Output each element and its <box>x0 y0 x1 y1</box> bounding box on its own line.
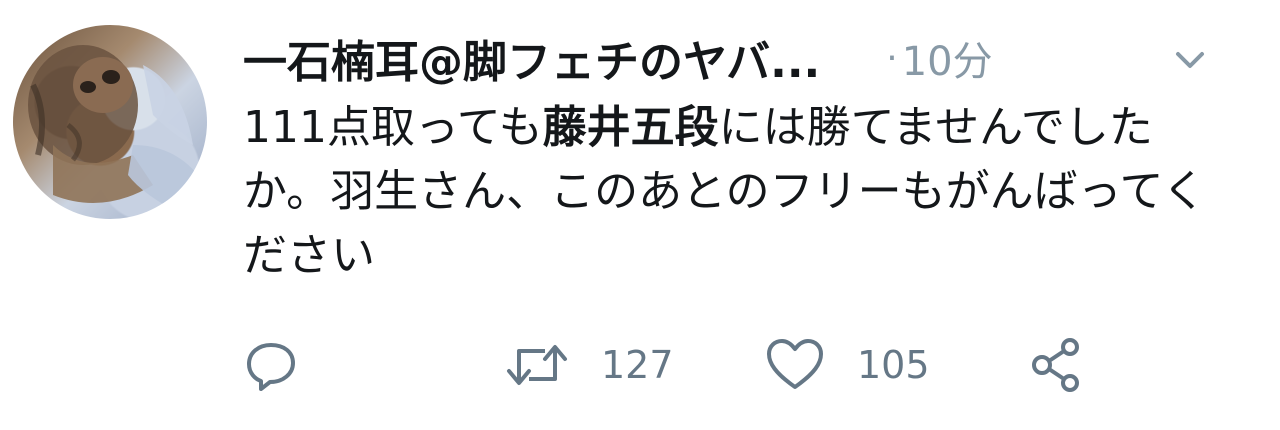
separator-dot: · <box>886 37 898 79</box>
timestamp[interactable]: 10分 <box>902 29 993 87</box>
reply-button[interactable] <box>243 335 299 395</box>
like-count: 105 <box>857 343 930 387</box>
retweet-count: 127 <box>601 343 674 387</box>
author-name[interactable]: 一石楠耳@脚フェチのヤバ... <box>243 26 820 90</box>
like-button[interactable]: 105 <box>765 335 930 395</box>
share-button[interactable] <box>1028 335 1084 395</box>
tweet-text-part1: 111点取っても <box>243 102 543 153</box>
action-bar: 127 105 <box>243 335 1243 395</box>
heart-icon <box>767 339 823 389</box>
avatar[interactable] <box>13 25 207 219</box>
retweet-button[interactable]: 127 <box>505 335 674 395</box>
cat-photo-image <box>28 45 198 215</box>
reply-icon <box>247 343 295 391</box>
tweet-text: 111点取っても藤井五段には勝てませんでしたか。羽生さん、このあとのフリーもがん… <box>243 96 1233 288</box>
tweet[interactable]: 一石楠耳@脚フェチのヤバ... · 10分 111点取っても藤井五段には勝てませ… <box>0 0 1280 430</box>
retweet-icon <box>507 345 567 385</box>
chevron-down-icon[interactable] <box>1170 40 1210 80</box>
share-icon <box>1032 338 1079 392</box>
tweet-text-bold: 藤井五段 <box>542 102 719 153</box>
tweet-header: 一石楠耳@脚フェチのヤバ... · 10分 <box>243 28 993 88</box>
